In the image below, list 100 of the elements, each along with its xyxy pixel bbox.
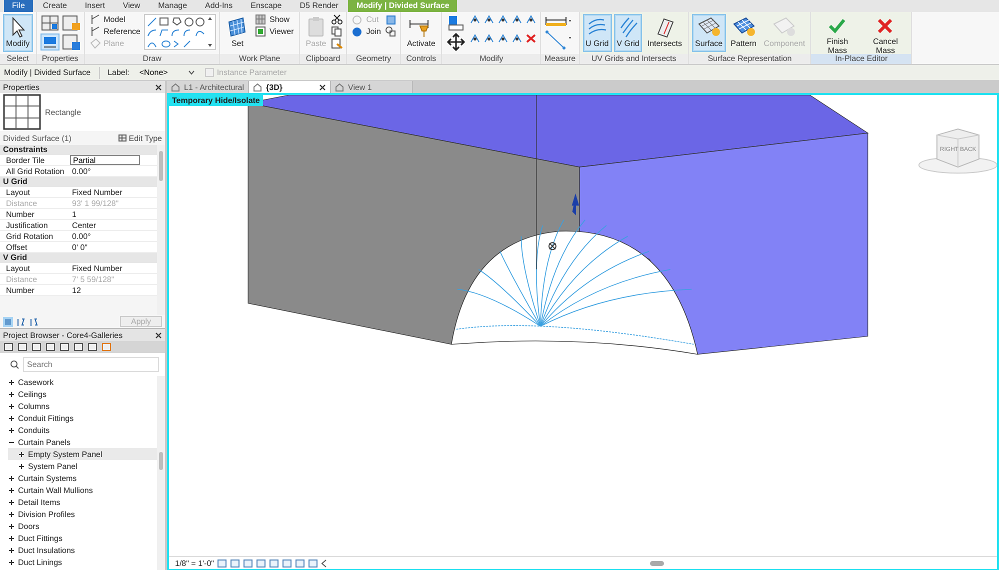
element-properties-icon[interactable]	[40, 14, 60, 32]
sort-ascending-icon[interactable]	[16, 316, 26, 326]
tree-item[interactable]: Duct Insulations	[8, 544, 157, 556]
label-caption: Label:	[108, 68, 130, 77]
measure-distance-icon[interactable]	[544, 14, 572, 28]
panel-title: Geometry	[347, 54, 400, 64]
ribbon-button[interactable]: Viewer	[253, 26, 296, 37]
tree-item[interactable]: Curtain Panels	[8, 436, 157, 448]
edit-type-button[interactable]: Edit Type	[118, 134, 162, 142]
categorized-icon[interactable]	[3, 316, 13, 326]
grid-surface-icon	[696, 16, 721, 38]
tree-item[interactable]: Columns	[8, 400, 157, 412]
mode-badge: Temporary Hide/Isolate	[169, 95, 263, 106]
ribbon-button[interactable]: Intersects	[644, 14, 686, 52]
menu-tab[interactable]: Add-Ins	[197, 0, 241, 12]
sort-descending-icon[interactable]	[29, 316, 39, 326]
ribbon-button[interactable]: Surface	[692, 14, 726, 52]
match-properties-icon[interactable]	[331, 38, 344, 49]
clipboard-icon	[306, 16, 326, 38]
group-header: Constraints	[0, 145, 157, 155]
ribbon-button[interactable]: Model	[88, 14, 142, 25]
property-value[interactable]: 12	[70, 285, 157, 296]
property-label: Number	[5, 209, 36, 220]
menu-tab[interactable]: File	[4, 0, 33, 12]
scrollbar-thumb[interactable]	[650, 560, 664, 566]
ribbon-button[interactable]: Show	[253, 14, 296, 25]
property-value[interactable]: 0.00°	[70, 231, 157, 242]
tree-item[interactable]: Duct Fittings	[8, 532, 157, 544]
tree-item[interactable]: Curtain Systems	[8, 472, 157, 484]
tree-item[interactable]: Empty System Panel	[8, 448, 157, 460]
line-tool-icon	[90, 14, 101, 25]
panel-title[interactable]: Select	[0, 54, 36, 64]
property-value[interactable]: Center	[70, 220, 157, 231]
move-icon[interactable]	[445, 33, 468, 51]
menu-tab[interactable]: Manage	[150, 0, 196, 12]
panel-title: Properties	[36, 54, 84, 64]
ribbon-button[interactable]: Cancel Mass	[862, 14, 908, 52]
expand-icon	[8, 546, 15, 554]
tree-item[interactable]: Conduits	[8, 424, 157, 436]
property-value[interactable]: 0.00°	[70, 166, 157, 177]
tree-item[interactable]: Doors	[8, 520, 157, 532]
scissors-icon[interactable]	[331, 14, 344, 25]
ribbon-button[interactable]: Reference	[88, 26, 142, 37]
ribbon-button[interactable]: Join	[350, 26, 383, 37]
ribbon-button[interactable]: Pattern	[728, 14, 760, 52]
ribbon-button[interactable]: Set	[223, 14, 252, 52]
close-icon[interactable]	[155, 84, 162, 90]
tree-item[interactable]: Casework	[8, 376, 157, 388]
type-selector[interactable]: Rectangle	[0, 93, 165, 131]
secondary-view-tab[interactable]: View 1	[331, 81, 413, 94]
rectangle-grid-icon	[3, 94, 41, 130]
instance-selector[interactable]: Divided Surface (1)	[3, 134, 72, 142]
close-icon[interactable]	[155, 332, 162, 338]
close-icon[interactable]	[319, 84, 326, 91]
tree-item[interactable]: Conduit Fittings	[8, 412, 157, 424]
grid-plane-icon	[226, 16, 248, 38]
ribbon-button[interactable]: V Grid	[614, 14, 642, 52]
family-types-icon[interactable]	[60, 33, 81, 51]
3d-view-tab[interactable]: {3D}	[249, 81, 331, 94]
shape-tools-icon[interactable]	[144, 14, 216, 50]
menu-tab[interactable]: Create	[34, 0, 75, 12]
property-label: Number	[5, 285, 36, 296]
tree-item[interactable]: Curtain Wall Mullions	[8, 484, 157, 496]
expand-icon	[8, 402, 15, 410]
expand-icon	[18, 450, 25, 458]
ribbon-button[interactable]: Modify	[3, 14, 33, 52]
property-value[interactable]: Fixed Number	[70, 187, 157, 198]
split-face-icon[interactable]	[384, 26, 397, 37]
tree-item[interactable]: Duct Linings	[8, 556, 157, 568]
cut-geometry-tool-icon[interactable]	[384, 14, 397, 25]
label-dropdown[interactable]: <None>	[137, 68, 197, 77]
panel-title: Controls	[400, 54, 442, 64]
expand-icon	[8, 510, 15, 518]
menu-tab[interactable]: View	[114, 0, 148, 12]
ribbon-button[interactable]: U Grid	[582, 14, 612, 52]
dimension-icon[interactable]	[544, 29, 572, 51]
search-field[interactable]: Search	[23, 357, 159, 372]
property-value[interactable]: 0' 0"	[70, 242, 157, 253]
tree-item[interactable]: Ceilings	[8, 388, 157, 400]
copy-icon[interactable]	[331, 26, 344, 37]
menu-tab[interactable]: Enscape	[242, 0, 290, 12]
view-scale[interactable]: 1/8" = 1'-0"	[175, 558, 214, 568]
tree-item[interactable]: Detail Items	[8, 496, 157, 508]
tree-item[interactable]: System Panel	[8, 460, 157, 472]
property-label: Justification	[5, 220, 49, 231]
tree-item[interactable]: Division Profiles	[8, 508, 157, 520]
family-properties-icon[interactable]	[40, 33, 60, 51]
menu-tab[interactable]: Insert	[76, 0, 113, 12]
menu-tab[interactable]: D5 Render	[292, 0, 346, 12]
property-input[interactable]: Partial	[70, 155, 140, 165]
panel-title: Work Plane	[220, 54, 299, 64]
type-properties-icon[interactable]	[60, 14, 81, 32]
scroll-left-icon[interactable]	[321, 558, 328, 568]
property-value[interactable]: Fixed Number	[70, 263, 157, 274]
ribbon-button[interactable]: Finish Mass	[814, 14, 860, 52]
plan-view-tab[interactable]: L1 - Architectural	[167, 81, 249, 94]
delete-icon[interactable]	[525, 33, 538, 44]
property-value[interactable]: 1	[70, 209, 157, 220]
expand-icon	[8, 522, 15, 530]
ribbon-button[interactable]: Activate	[404, 14, 438, 52]
